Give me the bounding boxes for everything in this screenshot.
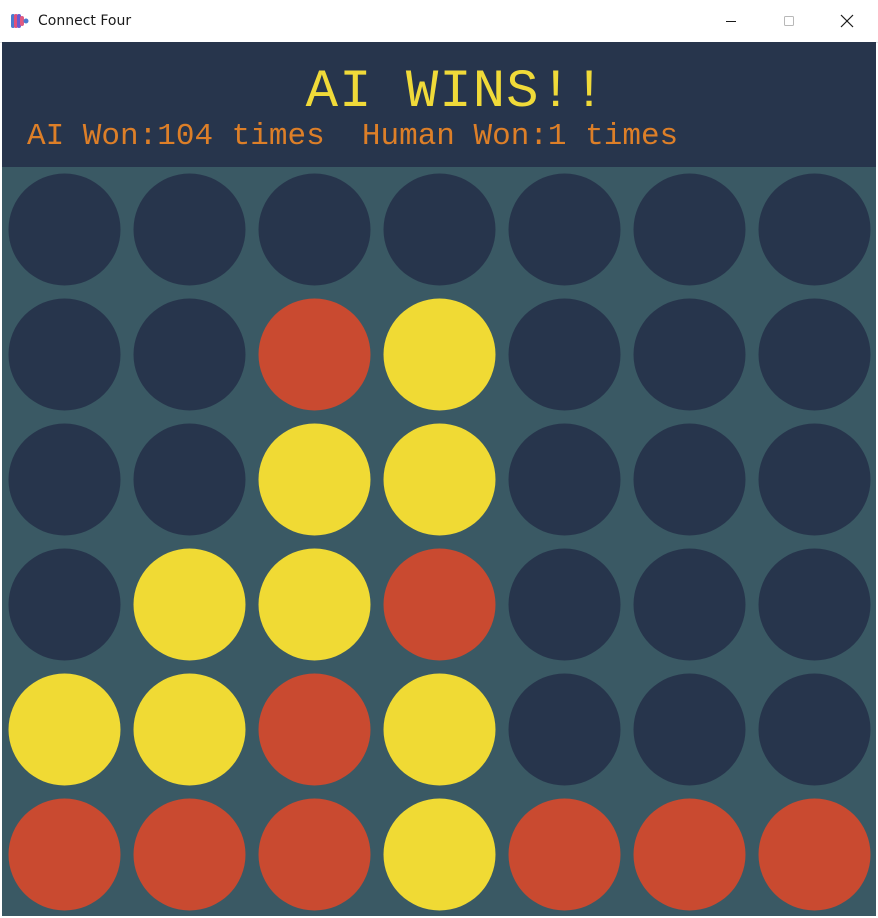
maximize-button[interactable] <box>760 0 818 42</box>
yellow-disc[interactable] <box>383 298 496 411</box>
app-icon <box>11 13 29 29</box>
ai-score-unit: times <box>231 119 325 154</box>
yellow-disc[interactable] <box>133 673 246 786</box>
human-score-value: 1 <box>547 119 567 154</box>
empty-slot[interactable] <box>508 548 621 661</box>
empty-slot[interactable] <box>8 423 121 536</box>
maximize-icon <box>783 15 795 27</box>
game-board[interactable] <box>2 167 876 916</box>
empty-slot[interactable] <box>383 173 496 286</box>
empty-slot[interactable] <box>8 173 121 286</box>
ai-score-value: 104 <box>157 119 214 154</box>
yellow-disc[interactable] <box>383 423 496 536</box>
empty-slot[interactable] <box>8 548 121 661</box>
empty-slot[interactable] <box>508 673 621 786</box>
score-line: AI Won:104 times Human Won:1 times <box>27 118 678 156</box>
empty-slot[interactable] <box>133 298 246 411</box>
title-bar[interactable]: Connect Four <box>0 0 878 43</box>
red-disc[interactable] <box>508 798 621 911</box>
empty-slot[interactable] <box>758 548 871 661</box>
minimize-button[interactable] <box>702 0 760 42</box>
empty-slot[interactable] <box>633 173 746 286</box>
empty-slot[interactable] <box>633 673 746 786</box>
yellow-disc[interactable] <box>383 673 496 786</box>
red-disc[interactable] <box>383 548 496 661</box>
game-result-banner: AI WINS!! <box>305 62 607 123</box>
empty-slot[interactable] <box>633 423 746 536</box>
yellow-disc[interactable] <box>133 548 246 661</box>
human-score-label: Human Won: <box>361 119 548 154</box>
empty-slot[interactable] <box>508 423 621 536</box>
red-disc[interactable] <box>758 798 871 911</box>
scoreboard-panel: AI WINS!! AI Won:104 times Human Won:1 t… <box>2 42 876 167</box>
empty-slot[interactable] <box>133 173 246 286</box>
close-icon <box>840 14 854 28</box>
yellow-disc[interactable] <box>258 423 371 536</box>
human-score-unit: times <box>585 119 679 154</box>
red-disc[interactable] <box>133 798 246 911</box>
empty-slot[interactable] <box>8 298 121 411</box>
red-disc[interactable] <box>633 798 746 911</box>
window-title: Connect Four <box>38 13 132 29</box>
board-grid[interactable] <box>2 167 876 916</box>
red-disc[interactable] <box>258 798 371 911</box>
empty-slot[interactable] <box>758 298 871 411</box>
minimize-icon <box>725 15 737 27</box>
empty-slot[interactable] <box>508 298 621 411</box>
ai-score-label: AI Won: <box>27 119 158 154</box>
yellow-disc[interactable] <box>383 798 496 911</box>
connect-four-window: Connect Four AI WINS!! AI Won:104 times … <box>0 0 878 918</box>
empty-slot[interactable] <box>508 173 621 286</box>
yellow-disc[interactable] <box>258 548 371 661</box>
empty-slot[interactable] <box>633 548 746 661</box>
game-area: AI WINS!! AI Won:104 times Human Won:1 t… <box>2 42 876 916</box>
empty-slot[interactable] <box>758 423 871 536</box>
red-disc[interactable] <box>8 798 121 911</box>
red-disc[interactable] <box>258 673 371 786</box>
empty-slot[interactable] <box>758 673 871 786</box>
empty-slot[interactable] <box>258 173 371 286</box>
red-disc[interactable] <box>258 298 371 411</box>
empty-slot[interactable] <box>758 173 871 286</box>
yellow-disc[interactable] <box>8 673 121 786</box>
empty-slot[interactable] <box>633 298 746 411</box>
empty-slot[interactable] <box>133 423 246 536</box>
close-button[interactable] <box>818 0 876 42</box>
